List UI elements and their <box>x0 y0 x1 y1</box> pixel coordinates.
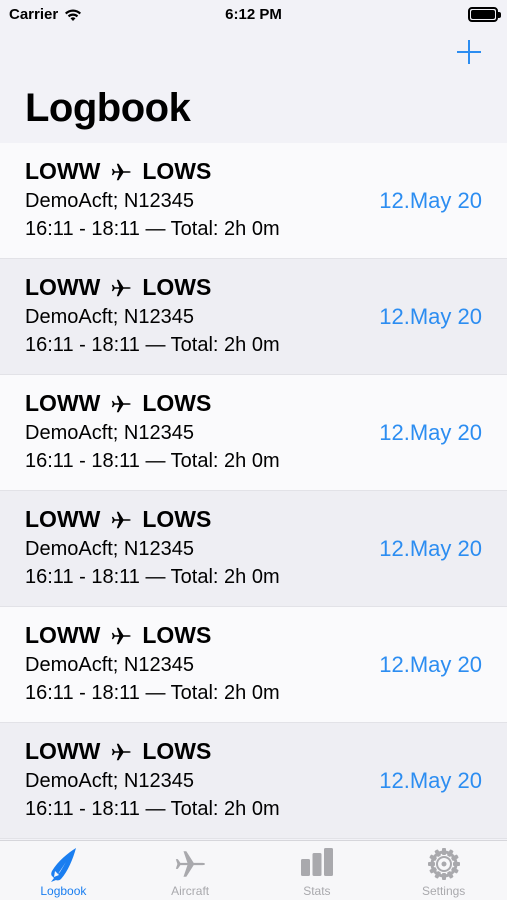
route: LOWW LOWS <box>25 274 211 301</box>
logbook-list: LOWW LOWS DemoAcft; N12345 16:11 - 18:11… <box>0 143 507 839</box>
departure-airport: LOWW <box>25 738 101 764</box>
aircraft-info: DemoAcft; N12345 <box>25 770 194 792</box>
arrival-airport: LOWS <box>142 274 212 300</box>
route: LOWW LOWS <box>25 506 211 533</box>
arrival-airport: LOWS <box>142 158 212 184</box>
arrival-airport: LOWS <box>142 506 212 532</box>
airplane-icon <box>110 509 132 531</box>
aircraft-info: DemoAcft; N12345 <box>25 654 194 676</box>
departure-airport: LOWW <box>25 158 101 184</box>
departure-airport: LOWW <box>25 274 101 300</box>
status-bar: Carrier 6:12 PM <box>0 0 507 30</box>
arrival-airport: LOWS <box>142 738 212 764</box>
route: LOWW LOWS <box>25 158 211 185</box>
aircraft-info: DemoAcft; N12345 <box>25 306 194 328</box>
logbook-entry[interactable]: LOWW LOWS DemoAcft; N12345 16:11 - 18:11… <box>0 491 507 607</box>
tab-label: Logbook <box>40 884 87 898</box>
logbook-entry[interactable]: LOWW LOWS DemoAcft; N12345 16:11 - 18:11… <box>0 723 507 839</box>
airplane-icon <box>110 161 132 183</box>
tab-logbook[interactable]: Logbook <box>0 841 127 900</box>
route: LOWW LOWS <box>25 390 211 417</box>
flight-times: 16:11 - 18:11 — Total: 2h 0m <box>25 798 280 820</box>
page-title: Logbook <box>25 86 191 130</box>
battery-icon <box>468 7 501 22</box>
departure-airport: LOWW <box>25 390 101 416</box>
aircraft-info: DemoAcft; N12345 <box>25 538 194 560</box>
arrival-airport: LOWS <box>142 622 212 648</box>
flight-date: 12.May 20 <box>379 536 482 561</box>
tab-label: Stats <box>303 884 331 898</box>
departure-airport: LOWW <box>25 622 101 648</box>
status-time: 6:12 PM <box>225 6 282 23</box>
airplane-icon <box>110 393 132 415</box>
flight-times: 16:11 - 18:11 — Total: 2h 0m <box>25 334 280 356</box>
flight-times: 16:11 - 18:11 — Total: 2h 0m <box>25 450 280 472</box>
flight-times: 16:11 - 18:11 — Total: 2h 0m <box>25 218 280 240</box>
logbook-icon <box>48 847 78 888</box>
aircraft-info: DemoAcft; N12345 <box>25 190 194 212</box>
route: LOWW LOWS <box>25 622 211 649</box>
logbook-entry[interactable]: LOWW LOWS DemoAcft; N12345 16:11 - 18:11… <box>0 259 507 375</box>
tab-stats[interactable]: Stats <box>254 841 381 900</box>
tab-aircraft[interactable]: Aircraft <box>127 841 254 900</box>
airplane-icon <box>110 625 132 647</box>
flight-date: 12.May 20 <box>379 768 482 793</box>
flight-date: 12.May 20 <box>379 304 482 329</box>
add-entry-button[interactable] <box>457 40 481 64</box>
airplane-icon <box>110 277 132 299</box>
tab-bar: Logbook Aircraft Stats Settings <box>0 840 507 900</box>
airplane-icon <box>110 741 132 763</box>
arrival-airport: LOWS <box>142 390 212 416</box>
stats-icon <box>300 847 334 882</box>
flight-date: 12.May 20 <box>379 188 482 213</box>
airplane-icon <box>173 847 207 886</box>
gear-icon <box>427 847 461 886</box>
tab-label: Settings <box>421 884 466 898</box>
tab-label: Aircraft <box>171 884 210 898</box>
route: LOWW LOWS <box>25 738 211 765</box>
aircraft-info: DemoAcft; N12345 <box>25 422 194 444</box>
flight-times: 16:11 - 18:11 — Total: 2h 0m <box>25 682 280 704</box>
departure-airport: LOWW <box>25 506 101 532</box>
logbook-entry[interactable]: LOWW LOWS DemoAcft; N12345 16:11 - 18:11… <box>0 143 507 259</box>
flight-date: 12.May 20 <box>379 420 482 445</box>
flight-times: 16:11 - 18:11 — Total: 2h 0m <box>25 566 280 588</box>
logbook-entry[interactable]: LOWW LOWS DemoAcft; N12345 16:11 - 18:11… <box>0 375 507 491</box>
tab-settings[interactable]: Settings <box>380 841 507 900</box>
flight-date: 12.May 20 <box>379 652 482 677</box>
logbook-entry[interactable]: LOWW LOWS DemoAcft; N12345 16:11 - 18:11… <box>0 607 507 723</box>
